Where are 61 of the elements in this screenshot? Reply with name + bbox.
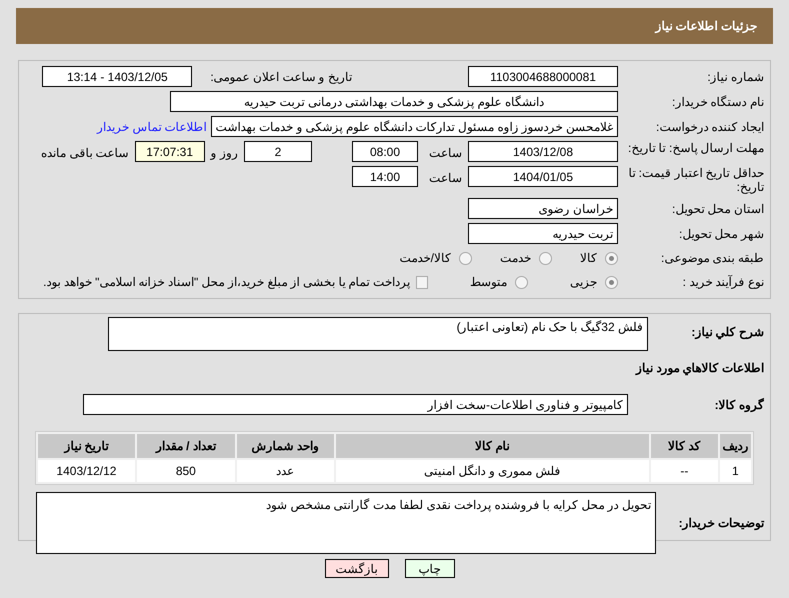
radio-button[interactable] [515, 276, 528, 288]
table-cell: -- [651, 460, 718, 482]
radio-label: جزیی [570, 274, 597, 291]
radio-label: خدمت [500, 250, 531, 267]
checkbox[interactable] [416, 276, 428, 288]
input-field[interactable]: 17:07:31 [134, 141, 205, 162]
column-header: تعداد / مقدار [136, 434, 235, 458]
field-label: گروه کالا: [714, 398, 764, 412]
field-label: توضیحات خریدار: [678, 516, 764, 530]
input-field[interactable]: 2 [244, 141, 312, 162]
field-label: شماره نیاز: [707, 70, 764, 84]
input-field[interactable]: کامپیوتر و فناوری اطلاعات-سخت افزار [83, 394, 628, 415]
input-field[interactable]: 14:00 [352, 166, 418, 187]
section-title: اطلاعات كالاهاي مورد نياز [636, 361, 764, 375]
field-label: نوع فرآیند خرید : [682, 275, 764, 289]
field-label: روز و [210, 145, 238, 162]
field-label: ساعت [428, 145, 462, 162]
column-header: ردیف [720, 434, 751, 458]
header-title: جزئیات اطلاعات نیاز [655, 18, 757, 35]
field-label: شرح کلي نياز: [691, 325, 764, 339]
notes-box[interactable]: تحویل در محل کرایه با فروشنده پرداخت نقدی لطفا مدت گارانتی مشخص شود [36, 492, 656, 554]
field-label: ساعت [428, 170, 462, 187]
input-field[interactable]: تربت حیدریه [468, 223, 618, 244]
field-label: استان محل تحویل: [672, 202, 764, 216]
print-button[interactable]: چاپ [404, 559, 454, 578]
radio-button[interactable] [539, 252, 552, 264]
input-field[interactable]: 1403/12/08 [468, 141, 618, 162]
input-field[interactable]: 1403/12/05 - 13:14 [42, 66, 192, 87]
column-header: واحد شمارش [236, 434, 334, 458]
input-field[interactable]: 1103004688000081 [468, 66, 618, 87]
back-button[interactable]: بازگشت [324, 559, 388, 578]
table-cell: 850 [136, 460, 235, 482]
input-field[interactable]: 1404/01/05 [468, 166, 618, 187]
radio-button[interactable] [605, 276, 618, 288]
field-label: ایجاد کننده درخواست: [656, 120, 764, 134]
field-label: نام دستگاه خریدار: [672, 94, 764, 108]
column-header: کد کالا [651, 434, 718, 458]
field-label: ساعت باقی مانده [40, 145, 129, 162]
radio-button[interactable] [605, 252, 618, 264]
input-field[interactable]: غلامحسن خردسوز زاوه مسئول تدارکات دانشگاه علوم پزشکی و خدمات بهداشت [210, 116, 618, 137]
table-cell: فلش مموری و دانگل امنیتی [336, 460, 650, 482]
checkbox-label: پرداخت تمام یا بخشی از مبلغ خرید،از محل "اسناد خزانه اسلامی" خواهد بود. [43, 274, 410, 291]
field-label: حداقل تاریخ اعتبار قیمت: تا تاریخ: [628, 166, 764, 194]
column-header: تاریخ نیاز [38, 434, 135, 458]
table-cell: 1403/12/12 [38, 460, 135, 482]
radio-button[interactable] [459, 252, 472, 264]
description-box[interactable]: فلش 32گیگ با حک نام (تعاونی اعتبار) [108, 317, 648, 351]
field-label: تاریخ و ساعت اعلان عمومی: [210, 68, 352, 86]
column-header: نام کالا [336, 434, 650, 458]
input-field[interactable]: 08:00 [352, 141, 418, 162]
input-field[interactable]: دانشگاه علوم پزشکی و خدمات بهداشتی درمانی تربت حیدریه [170, 91, 618, 112]
radio-label: متوسط [470, 274, 507, 291]
field-label: شهر محل تحویل: [678, 226, 764, 240]
table-cell: 1 [720, 460, 751, 482]
radio-label: کالا [580, 250, 597, 267]
input-field[interactable]: خراسان رضوی [468, 198, 618, 219]
radio-label: کالا/خدمت [400, 250, 451, 267]
field-label: مهلت ارسال پاسخ: تا تاریخ: [628, 141, 764, 155]
table-cell: عدد [236, 460, 334, 482]
contact-link[interactable]: اطلاعات تماس خریدار [96, 118, 207, 136]
field-label: طبقه بندی موضوعی: [660, 251, 764, 265]
